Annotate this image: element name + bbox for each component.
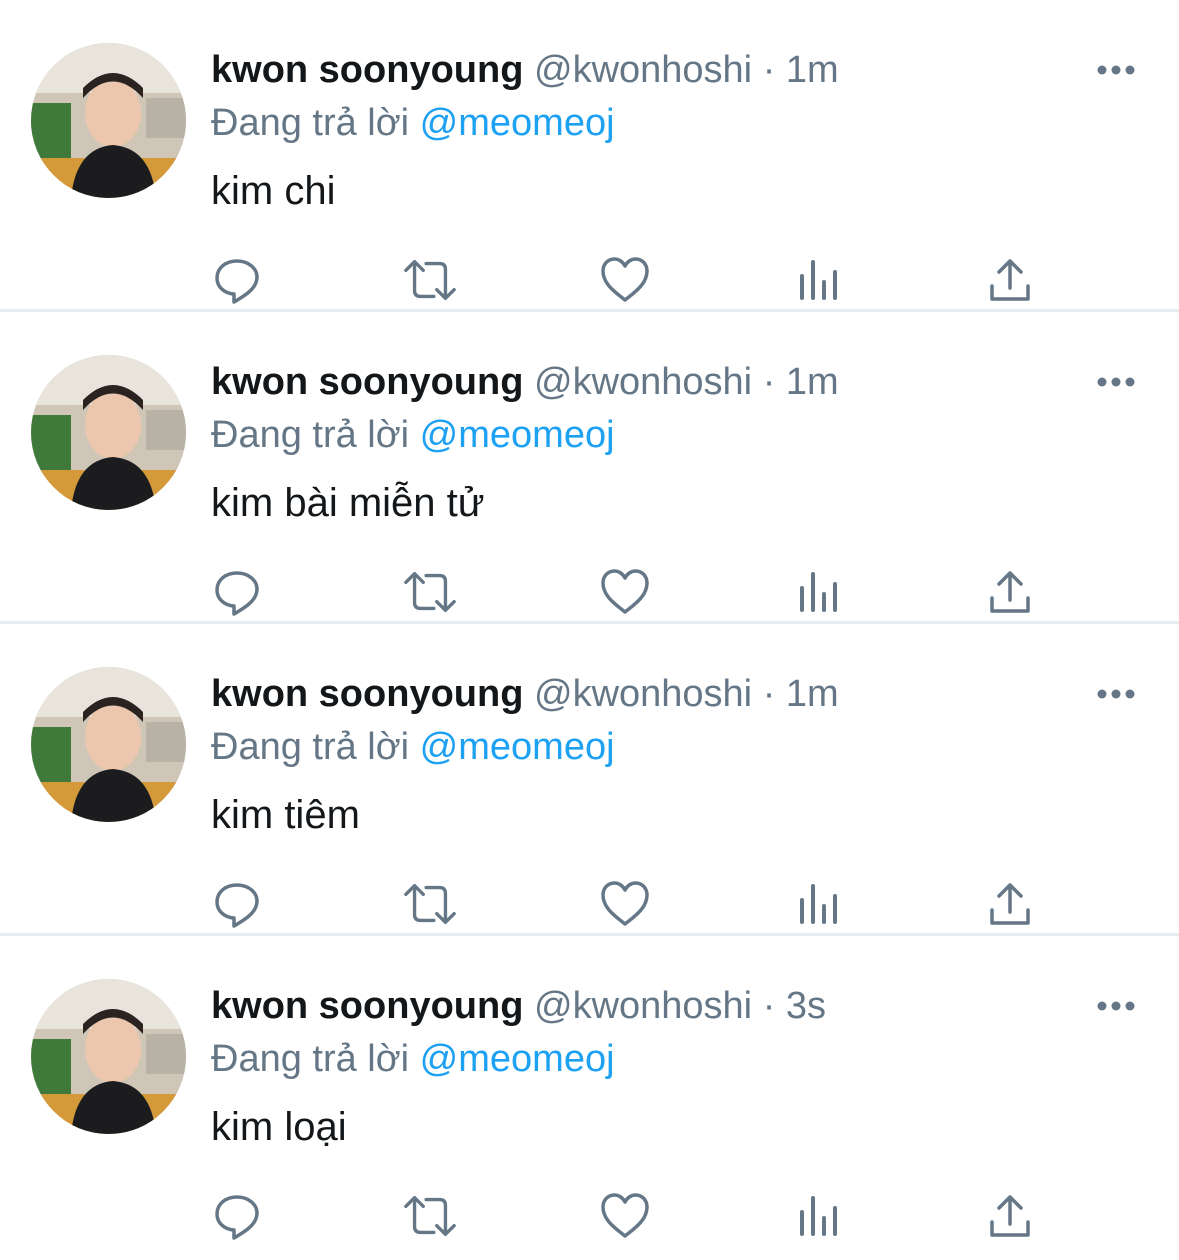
reply-mention-link[interactable]: @meomeoj (420, 1038, 615, 1080)
timestamp[interactable]: 1m (786, 49, 839, 91)
avatar[interactable] (31, 979, 186, 1134)
heart-icon (601, 569, 649, 614)
analytics-button[interactable] (790, 1188, 846, 1244)
reply-bubble-icon (215, 259, 259, 304)
more-horizontal-icon[interactable] (1094, 682, 1138, 706)
share-button[interactable] (982, 876, 1038, 932)
analytics-bars-icon (800, 260, 837, 300)
reply-mention-link[interactable]: @meomeoj (420, 414, 615, 456)
user-handle[interactable]: @kwonhoshi (534, 673, 752, 715)
reply-mention-link[interactable]: @meomeoj (420, 726, 615, 768)
share-button[interactable] (982, 564, 1038, 620)
separator-dot: · (762, 361, 776, 403)
action-bar (0, 876, 1179, 932)
reply-context: Đang trả lời @meomeoj (211, 409, 615, 461)
tweet[interactable]: kwon soonyoung @kwonhoshi · 3s Đang trả … (0, 936, 1179, 1248)
share-upload-icon (990, 1195, 1030, 1237)
reply-context: Đang trả lời @meomeoj (211, 721, 615, 773)
like-button[interactable] (597, 564, 653, 620)
timestamp[interactable]: 3s (786, 985, 826, 1027)
like-button[interactable] (597, 1188, 653, 1244)
like-button[interactable] (597, 876, 653, 932)
reply-prefix: Đang trả lời (211, 1038, 410, 1080)
tweet-header: kwon soonyoung @kwonhoshi · 3s (211, 980, 826, 1032)
separator-dot: · (762, 673, 776, 715)
reply-prefix: Đang trả lời (211, 726, 410, 768)
share-upload-icon (990, 259, 1030, 301)
share-button[interactable] (982, 252, 1038, 308)
like-button[interactable] (597, 252, 653, 308)
analytics-bars-icon (800, 884, 837, 924)
reply-bubble-icon (215, 883, 259, 928)
reply-mention-link[interactable]: @meomeoj (420, 102, 615, 144)
tweet[interactable]: kwon soonyoung @kwonhoshi · 1m Đang trả … (0, 312, 1179, 624)
retweet-icon (404, 883, 456, 925)
share-button[interactable] (982, 1188, 1038, 1244)
tweet-header: kwon soonyoung @kwonhoshi · 1m (211, 356, 839, 408)
retweet-button[interactable] (402, 252, 458, 308)
heart-icon (601, 881, 649, 926)
timestamp[interactable]: 1m (786, 673, 839, 715)
more-horizontal-icon[interactable] (1094, 994, 1138, 1018)
share-upload-icon (990, 571, 1030, 613)
reply-button[interactable] (209, 564, 265, 620)
tweet-feed: kwon soonyoung @kwonhoshi · 1m Đang trả … (0, 0, 1179, 1260)
user-handle[interactable]: @kwonhoshi (534, 49, 752, 91)
display-name[interactable]: kwon soonyoung (211, 361, 523, 403)
display-name[interactable]: kwon soonyoung (211, 49, 523, 91)
reply-bubble-icon (215, 571, 259, 616)
avatar[interactable] (31, 355, 186, 510)
reply-button[interactable] (209, 876, 265, 932)
retweet-button[interactable] (402, 1188, 458, 1244)
user-handle[interactable]: @kwonhoshi (534, 361, 752, 403)
retweet-button[interactable] (402, 564, 458, 620)
tweet-text: kim loại (211, 1105, 347, 1149)
share-upload-icon (990, 883, 1030, 925)
analytics-bars-icon (800, 1196, 837, 1236)
analytics-button[interactable] (790, 876, 846, 932)
reply-context: Đang trả lời @meomeoj (211, 97, 615, 149)
tweet[interactable]: kwon soonyoung @kwonhoshi · 1m Đang trả … (0, 624, 1179, 936)
reply-prefix: Đang trả lời (211, 414, 410, 456)
reply-context: Đang trả lời @meomeoj (211, 1033, 615, 1085)
retweet-icon (404, 259, 456, 301)
separator-dot: · (762, 49, 776, 91)
analytics-button[interactable] (790, 564, 846, 620)
more-horizontal-icon[interactable] (1094, 370, 1138, 394)
action-bar (0, 1188, 1179, 1244)
reply-button[interactable] (209, 252, 265, 308)
retweet-icon (404, 571, 456, 613)
timestamp[interactable]: 1m (786, 361, 839, 403)
retweet-icon (404, 1195, 456, 1237)
analytics-button[interactable] (790, 252, 846, 308)
heart-icon (601, 257, 649, 302)
tweet-header: kwon soonyoung @kwonhoshi · 1m (211, 44, 839, 96)
reply-bubble-icon (215, 1195, 259, 1240)
action-bar (0, 564, 1179, 620)
retweet-button[interactable] (402, 876, 458, 932)
avatar[interactable] (31, 43, 186, 198)
separator-dot: · (762, 985, 776, 1027)
tweet-text: kim chi (211, 169, 336, 213)
tweet-text: kim tiêm (211, 793, 360, 837)
analytics-bars-icon (800, 572, 837, 612)
display-name[interactable]: kwon soonyoung (211, 673, 523, 715)
tweet[interactable]: kwon soonyoung @kwonhoshi · 1m Đang trả … (0, 0, 1179, 312)
reply-prefix: Đang trả lời (211, 102, 410, 144)
action-bar (0, 252, 1179, 308)
reply-button[interactable] (209, 1188, 265, 1244)
display-name[interactable]: kwon soonyoung (211, 985, 523, 1027)
more-horizontal-icon[interactable] (1094, 58, 1138, 82)
tweet-header: kwon soonyoung @kwonhoshi · 1m (211, 668, 839, 720)
avatar[interactable] (31, 667, 186, 822)
heart-icon (601, 1193, 649, 1238)
tweet-text: kim bài miễn tử (211, 481, 485, 525)
user-handle[interactable]: @kwonhoshi (534, 985, 752, 1027)
